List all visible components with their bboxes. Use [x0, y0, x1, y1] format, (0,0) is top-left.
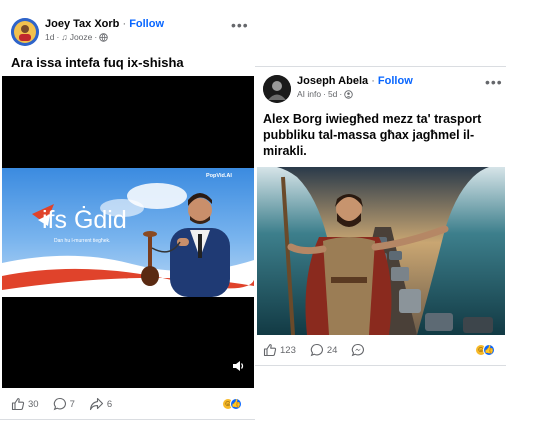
speaker-icon[interactable]: [231, 359, 245, 373]
post-time[interactable]: 5d: [328, 89, 337, 100]
like-count: 123: [280, 344, 296, 356]
author-name[interactable]: Joey Tax Xorb: [45, 18, 119, 30]
reaction-summary[interactable]: ☺ 👍: [475, 344, 495, 356]
reaction-summary[interactable]: ☺ 👍: [222, 398, 242, 410]
post-card-right: Joseph Abela · Follow AI info · 5d · •••…: [255, 66, 506, 366]
globe-icon: [99, 33, 108, 42]
comment-bubble-icon: [53, 397, 66, 411]
like-thumb-icon: [11, 398, 25, 411]
follow-button[interactable]: Follow: [378, 75, 413, 87]
divider: [255, 66, 506, 67]
post-actions: 123 24: [263, 343, 379, 357]
video-brand-text: ifs Ġdid: [42, 206, 127, 234]
video-frame: ifs Ġdid Dan hu l-murrent tiegħek. PopVi…: [2, 168, 254, 297]
messenger-icon: [352, 343, 365, 357]
divider: [0, 419, 255, 420]
post-time[interactable]: 1d: [45, 32, 54, 43]
video-player[interactable]: ifs Ġdid Dan hu l-murrent tiegħek. PopVi…: [2, 76, 254, 388]
share-count: 6: [106, 398, 113, 410]
post-actions: 30 7 6: [11, 397, 126, 411]
watermark-text: PopVid.AI: [206, 173, 232, 179]
separator-dot: ·: [371, 75, 378, 87]
comment-count: 24: [326, 344, 338, 356]
divider: [255, 365, 506, 366]
post-caption: Ara issa intefa fuq ix-shisha: [11, 55, 184, 70]
ai-info-label[interactable]: AI info: [297, 89, 321, 100]
post-image[interactable]: [257, 167, 505, 335]
comment-button[interactable]: 7: [53, 397, 75, 411]
more-options-icon[interactable]: •••: [231, 18, 249, 32]
follow-button[interactable]: Follow: [129, 18, 164, 30]
like-button[interactable]: 30: [11, 397, 39, 411]
comment-bubble-icon: [310, 343, 323, 357]
more-options-icon[interactable]: •••: [485, 75, 503, 89]
share-button[interactable]: 6: [89, 397, 112, 411]
post-card-left: Joey Tax Xorb · Follow 1d · ♫ Jooze · ••…: [0, 0, 258, 421]
music-note-icon: ♫: [61, 31, 68, 42]
author-name[interactable]: Joseph Abela: [297, 75, 368, 87]
share-arrow-icon: [89, 397, 103, 411]
post-caption: Alex Borg iwiegħed mezz ta' trasport pub…: [263, 112, 482, 158]
comment-count: 7: [69, 398, 75, 410]
like-count: 30: [28, 398, 39, 410]
like-reaction-icon: 👍: [483, 344, 495, 356]
video-tagline: Dan hu l-murrent tiegħek.: [54, 238, 111, 244]
avatar[interactable]: [11, 18, 39, 46]
avatar[interactable]: [263, 75, 291, 103]
like-thumb-icon: [263, 344, 277, 357]
messenger-share-button[interactable]: [351, 343, 365, 357]
person-figure: [170, 193, 230, 297]
post-header: Joseph Abela · Follow AI info · 5d ·: [263, 75, 413, 103]
like-button[interactable]: 123: [263, 343, 296, 357]
like-reaction-icon: 👍: [230, 398, 242, 410]
post-header: Joey Tax Xorb · Follow 1d · ♫ Jooze ·: [11, 18, 164, 46]
friends-icon: [344, 90, 353, 99]
comment-button[interactable]: 24: [310, 343, 338, 357]
audio-name[interactable]: Jooze: [70, 32, 93, 43]
